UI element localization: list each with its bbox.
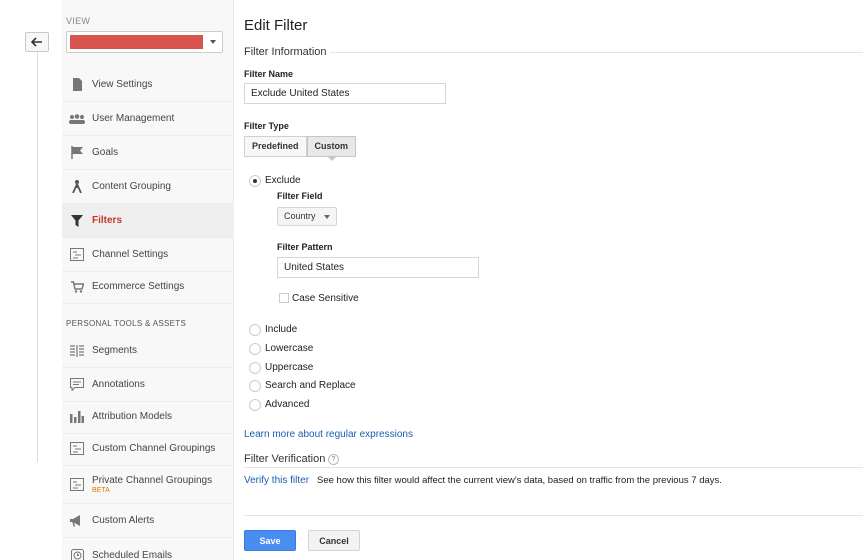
exclude-label: Exclude bbox=[265, 175, 301, 186]
document-icon bbox=[62, 78, 92, 91]
verify-filter-link[interactable]: Verify this filter bbox=[244, 475, 309, 486]
sidebar-item-ecommerce-settings[interactable]: Ecommerce Settings bbox=[62, 270, 234, 304]
person-icon bbox=[62, 180, 92, 193]
users-icon bbox=[62, 113, 92, 124]
sidebar-item-view-settings[interactable]: View Settings bbox=[62, 68, 234, 102]
tab-custom[interactable]: Custom bbox=[306, 136, 357, 161]
comment-icon bbox=[62, 378, 92, 391]
sidebar-item-scheduled-emails[interactable]: Scheduled Emails bbox=[62, 538, 234, 560]
view-selector[interactable] bbox=[66, 31, 223, 53]
sidebar-item-label: Attribution Models bbox=[92, 411, 173, 422]
search-replace-label: Search and Replace bbox=[265, 380, 356, 391]
uppercase-radio[interactable] bbox=[249, 362, 261, 374]
help-icon[interactable]: ? bbox=[328, 454, 339, 465]
lowercase-radio[interactable] bbox=[249, 343, 261, 355]
sidebar-item-label: Filters bbox=[92, 215, 123, 226]
sidebar-item-label: Custom Channel Groupings bbox=[92, 443, 216, 454]
main-panel: Edit Filter Filter Information Filter Na… bbox=[244, 0, 863, 560]
filter-type-label: Filter Type bbox=[244, 121, 289, 131]
bar-chart-icon bbox=[62, 410, 92, 423]
flag-icon bbox=[62, 146, 92, 159]
sidebar-item-label: Ecommerce Settings bbox=[92, 281, 185, 292]
chevron-down-icon bbox=[210, 40, 216, 44]
sidebar-item-channel-settings[interactable]: Channel Settings bbox=[62, 238, 234, 272]
filter-name-input[interactable]: Exclude United States bbox=[244, 83, 446, 104]
sidebar-item-label: Segments bbox=[92, 345, 138, 356]
form-footer-divider bbox=[244, 515, 863, 516]
section-divider bbox=[330, 52, 863, 53]
filter-pattern-label: Filter Pattern bbox=[277, 242, 333, 252]
sidebar-item-label-group: Private Channel Groupings BETA bbox=[92, 475, 212, 494]
uppercase-label: Uppercase bbox=[265, 362, 314, 373]
filter-icon bbox=[62, 214, 92, 227]
learn-more-regex-link[interactable]: Learn more about regular expressions bbox=[244, 429, 413, 440]
case-sensitive-checkbox[interactable] bbox=[279, 293, 289, 303]
sidebar-item-label: Annotations bbox=[92, 379, 145, 390]
sidebar-item-filters[interactable]: Filters bbox=[62, 204, 234, 238]
sidebar-item-label: Custom Alerts bbox=[92, 515, 155, 526]
exclude-radio[interactable] bbox=[249, 175, 261, 187]
sidebar-item-label: Goals bbox=[92, 147, 119, 158]
sidebar-item-label: Private Channel Groupings bbox=[92, 475, 213, 486]
sidebar-item-content-grouping[interactable]: Content Grouping bbox=[62, 170, 234, 204]
back-button[interactable] bbox=[25, 32, 49, 52]
case-sensitive-label: Case Sensitive bbox=[292, 293, 359, 304]
search-replace-radio[interactable] bbox=[249, 380, 261, 392]
filter-field-select[interactable]: Country bbox=[277, 207, 337, 226]
sidebar-item-goals[interactable]: Goals bbox=[62, 136, 234, 170]
view-label: VIEW bbox=[66, 16, 91, 26]
gutter-line bbox=[37, 52, 38, 462]
sidebar-item-segments[interactable]: Segments bbox=[62, 334, 234, 368]
sidebar-item-annotations[interactable]: Annotations bbox=[62, 368, 234, 402]
section-divider bbox=[244, 467, 863, 468]
clock-icon bbox=[62, 548, 92, 560]
beta-badge: BETA bbox=[92, 487, 110, 494]
filter-verification-title: Filter Verification bbox=[244, 453, 326, 465]
sidebar-item-private-channel-groupings[interactable]: Private Channel Groupings BETA bbox=[62, 466, 234, 504]
channel-icon bbox=[62, 442, 92, 455]
page-title: Edit Filter bbox=[244, 17, 308, 34]
advanced-label: Advanced bbox=[265, 399, 310, 410]
chevron-down-icon bbox=[324, 215, 330, 219]
section-heading-personal-tools: PERSONAL TOOLS & ASSETS bbox=[66, 319, 187, 328]
channel-icon bbox=[62, 248, 92, 261]
sidebar-item-label: Content Grouping bbox=[92, 181, 171, 192]
tab-predefined[interactable]: Predefined bbox=[244, 136, 307, 157]
lowercase-label: Lowercase bbox=[265, 343, 314, 354]
include-label: Include bbox=[265, 324, 298, 335]
save-button[interactable]: Save bbox=[244, 530, 296, 551]
sidebar-item-label: Channel Settings bbox=[92, 249, 169, 260]
megaphone-icon bbox=[62, 514, 92, 527]
advanced-radio[interactable] bbox=[249, 399, 261, 411]
view-name-redacted bbox=[70, 35, 203, 49]
sidebar-item-label: User Management bbox=[92, 113, 175, 124]
sidebar-item-attribution-models[interactable]: Attribution Models bbox=[62, 400, 234, 434]
filter-field-value: Country bbox=[284, 211, 316, 221]
include-radio[interactable] bbox=[249, 324, 261, 336]
back-arrow-icon bbox=[31, 37, 42, 47]
sidebar-item-label: View Settings bbox=[92, 79, 153, 90]
cancel-button[interactable]: Cancel bbox=[308, 530, 360, 551]
filter-name-label: Filter Name bbox=[244, 69, 294, 79]
filter-type-toggle: Predefined Custom bbox=[244, 136, 357, 161]
sidebar-item-custom-alerts[interactable]: Custom Alerts bbox=[62, 504, 234, 538]
cart-icon bbox=[62, 280, 92, 293]
sidebar-item-user-management[interactable]: User Management bbox=[62, 102, 234, 136]
verify-description: See how this filter would affect the cur… bbox=[317, 475, 722, 486]
filter-information-title: Filter Information bbox=[244, 46, 327, 58]
sidebar-item-custom-channel-groupings[interactable]: Custom Channel Groupings bbox=[62, 432, 234, 466]
channel-icon bbox=[62, 478, 92, 491]
sidebar-item-label: Scheduled Emails bbox=[92, 549, 173, 560]
filter-field-label: Filter Field bbox=[277, 191, 323, 201]
sidebar: VIEW View Settings User Management Goals… bbox=[62, 0, 234, 560]
filter-pattern-input[interactable]: United States bbox=[277, 257, 479, 278]
segments-icon bbox=[62, 344, 92, 357]
